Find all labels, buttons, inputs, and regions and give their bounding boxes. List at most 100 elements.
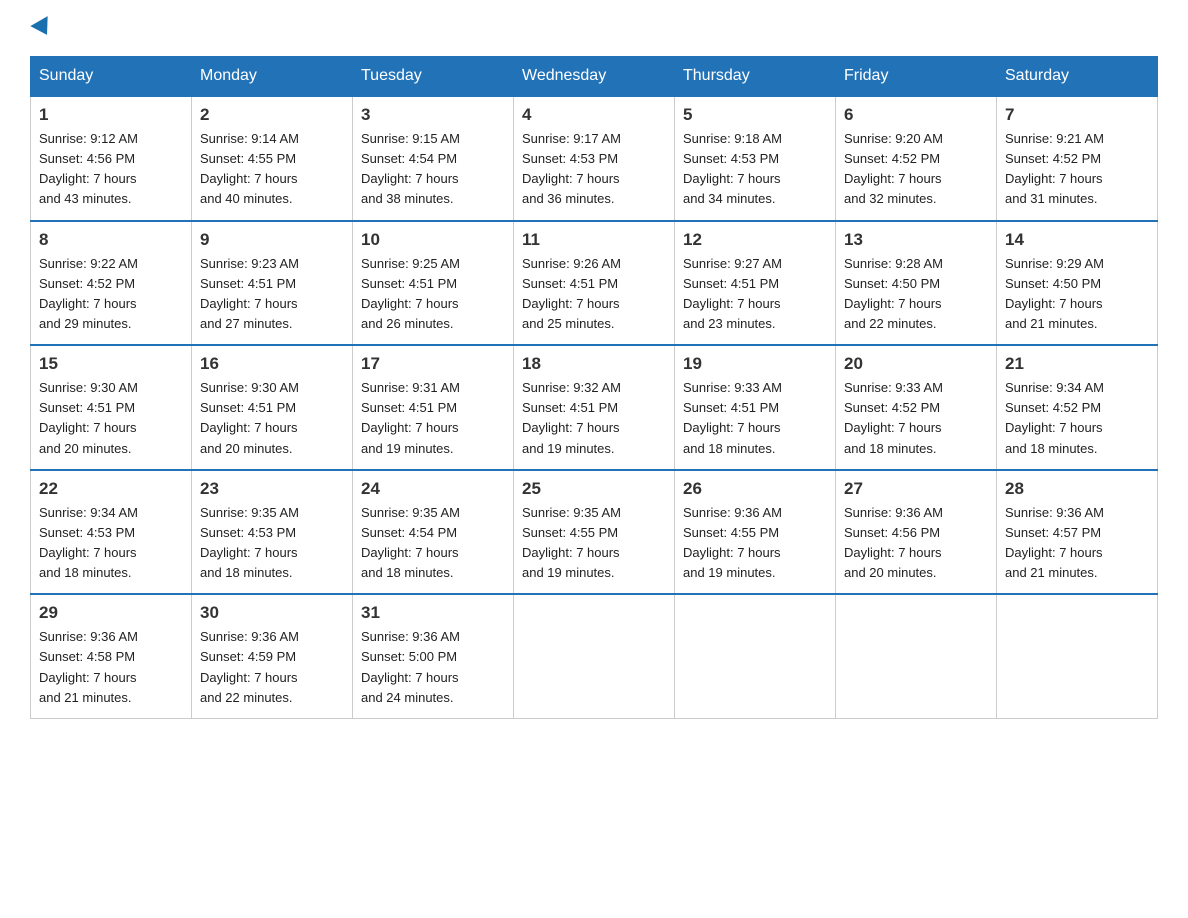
calendar-cell: 5 Sunrise: 9:18 AMSunset: 4:53 PMDayligh… (675, 96, 836, 221)
calendar-cell: 7 Sunrise: 9:21 AMSunset: 4:52 PMDayligh… (997, 96, 1158, 221)
day-number: 14 (1005, 230, 1149, 250)
header-saturday: Saturday (997, 57, 1158, 97)
header-wednesday: Wednesday (514, 57, 675, 97)
day-info: Sunrise: 9:36 AMSunset: 4:59 PMDaylight:… (200, 629, 299, 704)
day-info: Sunrise: 9:27 AMSunset: 4:51 PMDaylight:… (683, 256, 782, 331)
calendar-week-5: 29 Sunrise: 9:36 AMSunset: 4:58 PMDaylig… (31, 594, 1158, 718)
day-info: Sunrise: 9:18 AMSunset: 4:53 PMDaylight:… (683, 131, 782, 206)
day-number: 5 (683, 105, 827, 125)
day-info: Sunrise: 9:12 AMSunset: 4:56 PMDaylight:… (39, 131, 138, 206)
day-number: 1 (39, 105, 183, 125)
page-header (30, 20, 1158, 36)
calendar-header-row: SundayMondayTuesdayWednesdayThursdayFrid… (31, 57, 1158, 97)
day-info: Sunrise: 9:34 AMSunset: 4:53 PMDaylight:… (39, 505, 138, 580)
day-number: 4 (522, 105, 666, 125)
calendar-cell: 12 Sunrise: 9:27 AMSunset: 4:51 PMDaylig… (675, 221, 836, 346)
calendar-cell: 11 Sunrise: 9:26 AMSunset: 4:51 PMDaylig… (514, 221, 675, 346)
header-thursday: Thursday (675, 57, 836, 97)
header-tuesday: Tuesday (353, 57, 514, 97)
calendar-cell: 24 Sunrise: 9:35 AMSunset: 4:54 PMDaylig… (353, 470, 514, 595)
calendar-cell: 30 Sunrise: 9:36 AMSunset: 4:59 PMDaylig… (192, 594, 353, 718)
calendar-cell: 28 Sunrise: 9:36 AMSunset: 4:57 PMDaylig… (997, 470, 1158, 595)
calendar-week-3: 15 Sunrise: 9:30 AMSunset: 4:51 PMDaylig… (31, 345, 1158, 470)
day-info: Sunrise: 9:30 AMSunset: 4:51 PMDaylight:… (39, 380, 138, 455)
day-number: 6 (844, 105, 988, 125)
calendar-cell (514, 594, 675, 718)
calendar-cell: 25 Sunrise: 9:35 AMSunset: 4:55 PMDaylig… (514, 470, 675, 595)
calendar-cell: 14 Sunrise: 9:29 AMSunset: 4:50 PMDaylig… (997, 221, 1158, 346)
day-info: Sunrise: 9:29 AMSunset: 4:50 PMDaylight:… (1005, 256, 1104, 331)
calendar-cell: 10 Sunrise: 9:25 AMSunset: 4:51 PMDaylig… (353, 221, 514, 346)
day-info: Sunrise: 9:32 AMSunset: 4:51 PMDaylight:… (522, 380, 621, 455)
day-info: Sunrise: 9:23 AMSunset: 4:51 PMDaylight:… (200, 256, 299, 331)
day-number: 13 (844, 230, 988, 250)
day-number: 7 (1005, 105, 1149, 125)
day-number: 23 (200, 479, 344, 499)
day-info: Sunrise: 9:34 AMSunset: 4:52 PMDaylight:… (1005, 380, 1104, 455)
day-info: Sunrise: 9:36 AMSunset: 4:55 PMDaylight:… (683, 505, 782, 580)
day-number: 21 (1005, 354, 1149, 374)
day-number: 26 (683, 479, 827, 499)
calendar-cell: 17 Sunrise: 9:31 AMSunset: 4:51 PMDaylig… (353, 345, 514, 470)
day-number: 15 (39, 354, 183, 374)
calendar-cell: 20 Sunrise: 9:33 AMSunset: 4:52 PMDaylig… (836, 345, 997, 470)
calendar-cell: 26 Sunrise: 9:36 AMSunset: 4:55 PMDaylig… (675, 470, 836, 595)
day-info: Sunrise: 9:36 AMSunset: 4:57 PMDaylight:… (1005, 505, 1104, 580)
calendar-cell (997, 594, 1158, 718)
calendar-cell: 27 Sunrise: 9:36 AMSunset: 4:56 PMDaylig… (836, 470, 997, 595)
day-info: Sunrise: 9:35 AMSunset: 4:54 PMDaylight:… (361, 505, 460, 580)
calendar-cell: 18 Sunrise: 9:32 AMSunset: 4:51 PMDaylig… (514, 345, 675, 470)
day-info: Sunrise: 9:35 AMSunset: 4:55 PMDaylight:… (522, 505, 621, 580)
day-info: Sunrise: 9:22 AMSunset: 4:52 PMDaylight:… (39, 256, 138, 331)
day-number: 9 (200, 230, 344, 250)
calendar-cell: 22 Sunrise: 9:34 AMSunset: 4:53 PMDaylig… (31, 470, 192, 595)
calendar-week-4: 22 Sunrise: 9:34 AMSunset: 4:53 PMDaylig… (31, 470, 1158, 595)
day-number: 31 (361, 603, 505, 623)
day-info: Sunrise: 9:14 AMSunset: 4:55 PMDaylight:… (200, 131, 299, 206)
calendar-cell: 9 Sunrise: 9:23 AMSunset: 4:51 PMDayligh… (192, 221, 353, 346)
day-info: Sunrise: 9:33 AMSunset: 4:52 PMDaylight:… (844, 380, 943, 455)
day-number: 10 (361, 230, 505, 250)
day-number: 20 (844, 354, 988, 374)
day-info: Sunrise: 9:36 AMSunset: 5:00 PMDaylight:… (361, 629, 460, 704)
calendar-cell: 6 Sunrise: 9:20 AMSunset: 4:52 PMDayligh… (836, 96, 997, 221)
calendar-cell: 1 Sunrise: 9:12 AMSunset: 4:56 PMDayligh… (31, 96, 192, 221)
day-number: 28 (1005, 479, 1149, 499)
calendar-week-1: 1 Sunrise: 9:12 AMSunset: 4:56 PMDayligh… (31, 96, 1158, 221)
day-info: Sunrise: 9:36 AMSunset: 4:58 PMDaylight:… (39, 629, 138, 704)
calendar-cell (675, 594, 836, 718)
day-number: 25 (522, 479, 666, 499)
calendar-cell: 8 Sunrise: 9:22 AMSunset: 4:52 PMDayligh… (31, 221, 192, 346)
calendar-cell: 16 Sunrise: 9:30 AMSunset: 4:51 PMDaylig… (192, 345, 353, 470)
day-number: 18 (522, 354, 666, 374)
day-info: Sunrise: 9:36 AMSunset: 4:56 PMDaylight:… (844, 505, 943, 580)
day-number: 30 (200, 603, 344, 623)
calendar-cell: 19 Sunrise: 9:33 AMSunset: 4:51 PMDaylig… (675, 345, 836, 470)
day-info: Sunrise: 9:30 AMSunset: 4:51 PMDaylight:… (200, 380, 299, 455)
day-number: 27 (844, 479, 988, 499)
day-number: 24 (361, 479, 505, 499)
calendar-cell: 4 Sunrise: 9:17 AMSunset: 4:53 PMDayligh… (514, 96, 675, 221)
calendar-table: SundayMondayTuesdayWednesdayThursdayFrid… (30, 56, 1158, 719)
day-number: 12 (683, 230, 827, 250)
header-friday: Friday (836, 57, 997, 97)
day-number: 29 (39, 603, 183, 623)
day-info: Sunrise: 9:26 AMSunset: 4:51 PMDaylight:… (522, 256, 621, 331)
day-info: Sunrise: 9:33 AMSunset: 4:51 PMDaylight:… (683, 380, 782, 455)
calendar-cell: 21 Sunrise: 9:34 AMSunset: 4:52 PMDaylig… (997, 345, 1158, 470)
day-info: Sunrise: 9:21 AMSunset: 4:52 PMDaylight:… (1005, 131, 1104, 206)
logo (30, 20, 53, 36)
calendar-cell: 2 Sunrise: 9:14 AMSunset: 4:55 PMDayligh… (192, 96, 353, 221)
day-number: 3 (361, 105, 505, 125)
calendar-cell: 3 Sunrise: 9:15 AMSunset: 4:54 PMDayligh… (353, 96, 514, 221)
calendar-cell: 29 Sunrise: 9:36 AMSunset: 4:58 PMDaylig… (31, 594, 192, 718)
day-info: Sunrise: 9:25 AMSunset: 4:51 PMDaylight:… (361, 256, 460, 331)
day-info: Sunrise: 9:28 AMSunset: 4:50 PMDaylight:… (844, 256, 943, 331)
calendar-cell: 13 Sunrise: 9:28 AMSunset: 4:50 PMDaylig… (836, 221, 997, 346)
day-info: Sunrise: 9:20 AMSunset: 4:52 PMDaylight:… (844, 131, 943, 206)
calendar-cell (836, 594, 997, 718)
day-number: 2 (200, 105, 344, 125)
calendar-cell: 23 Sunrise: 9:35 AMSunset: 4:53 PMDaylig… (192, 470, 353, 595)
header-monday: Monday (192, 57, 353, 97)
day-number: 22 (39, 479, 183, 499)
